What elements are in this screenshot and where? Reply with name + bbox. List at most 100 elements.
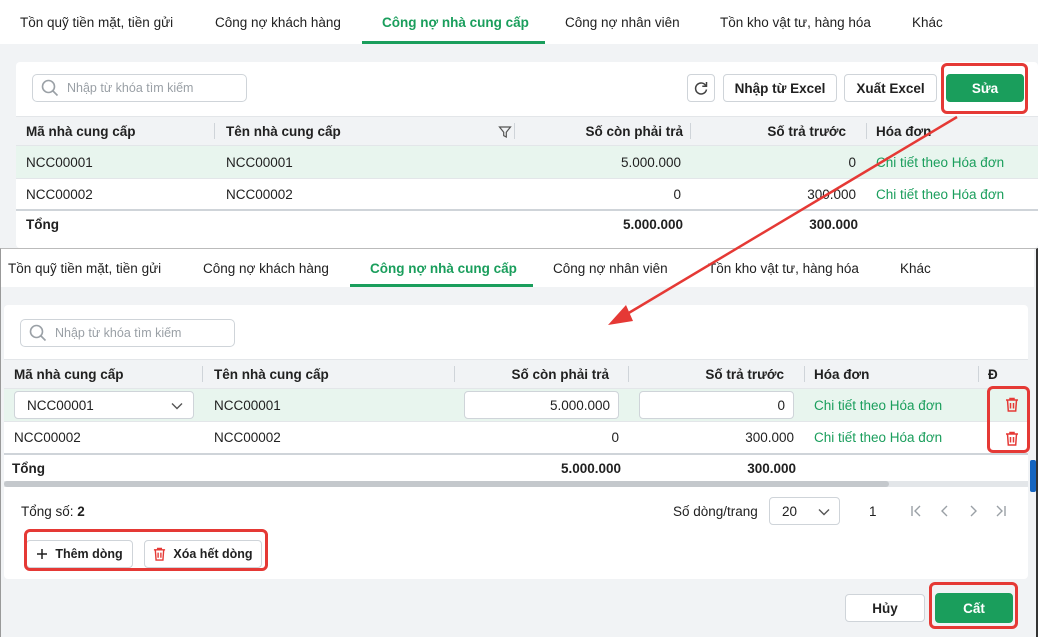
total-payable: 5.000.000 [560,460,621,476]
total-count: Tổng số: 2 [21,504,85,519]
row-name: NCC00001 [226,154,293,170]
table-row[interactable]: NCC00001 NCC00001 5.000.000 0 Chi tiết t… [16,146,1038,179]
last-page-icon[interactable] [995,505,1007,517]
col-header-code: Mã nhà cung cấp [26,123,136,139]
row-name: NCC00001 [214,397,281,413]
first-page-icon[interactable] [910,505,922,517]
row-invoice-link[interactable]: Chi tiết theo Hóa đơn [814,389,942,421]
bottom-tab-employee-debt[interactable]: Công nợ nhân viên [553,249,668,287]
row-payable: 5.000.000 [620,154,681,170]
total-prepaid: 300.000 [809,216,858,232]
edit-table-header: Mã nhà cung cấp Tên nhà cung cấp Số còn … [4,359,1028,389]
col-header-prepaid: Số trả trước [767,123,846,139]
trash-icon[interactable] [1005,431,1019,446]
filter-icon[interactable] [498,125,512,139]
vertical-scroll-indicator [1030,460,1036,492]
row-invoice-link[interactable]: Chi tiết theo Hóa đơn [814,422,942,453]
bottom-tab-cash[interactable]: Tồn quỹ tiền mặt, tiền gửi [8,249,161,287]
row-invoice-link[interactable]: Chi tiết theo Hóa đơn [876,179,1004,209]
top-tab-employee-debt[interactable]: Công nợ nhân viên [565,0,680,44]
supplier-code-value: NCC00001 [27,397,94,413]
delete-all-rows-label: Xóa hết dòng [173,547,253,561]
search-placeholder: Nhập từ khóa tìm kiếm [67,81,194,95]
rows-per-page-select[interactable]: 20 [769,497,840,525]
next-page-icon[interactable] [967,505,979,517]
table-total-row: Tổng 5.000.000 300.000 [16,211,1038,237]
scrollbar-thumb[interactable] [4,481,889,487]
top-card: Nhập từ khóa tìm kiếm Nhập từ Excel Xuất… [16,62,1038,248]
col-header-name: Tên nhà cung cấp [226,123,341,139]
chevron-down-icon [818,509,830,516]
total-payable: 5.000.000 [622,216,683,232]
col-header-invoice: Hóa đơn [876,123,932,139]
table-total-row: Tổng 5.000.000 300.000 [4,455,1028,481]
row-invoice-link[interactable]: Chi tiết theo Hóa đơn [876,146,1004,178]
bottom-tab-active-indicator [350,284,533,287]
top-tab-cash[interactable]: Tồn quỹ tiền mặt, tiền gửi [20,0,173,44]
payable-value: 5.000.000 [549,397,610,413]
total-label: Tổng [26,216,59,232]
export-excel-button[interactable]: Xuất Excel [844,74,937,102]
search-icon [29,324,47,342]
current-page: 1 [869,504,877,519]
row-code: NCC00001 [26,154,93,170]
row-name: NCC00002 [226,186,293,202]
col-header-code: Mã nhà cung cấp [14,366,124,382]
bottom-tab-bar: Tồn quỹ tiền mặt, tiền gửi Công nợ khách… [1,249,1034,287]
top-tab-other[interactable]: Khác [912,0,943,44]
trash-icon [154,547,166,561]
bottom-tab-customer-debt[interactable]: Công nợ khách hàng [203,249,329,287]
top-tab-supplier-debt[interactable]: Công nợ nhà cung cấp [382,0,529,44]
total-label: Tổng [12,460,45,476]
col-header-payable: Số còn phải trả [585,123,683,139]
top-search-input[interactable]: Nhập từ khóa tìm kiếm [32,74,247,102]
rows-per-page-value: 20 [782,503,798,519]
top-tab-bar: Tồn quỹ tiền mặt, tiền gửi Công nợ khách… [0,0,1038,44]
search-placeholder: Nhập từ khóa tìm kiếm [55,326,182,340]
bottom-tab-inventory[interactable]: Tồn kho vật tư, hàng hóa [708,249,859,287]
row-prepaid: 300.000 [807,186,856,202]
chevron-down-icon [171,403,183,410]
bottom-card: Nhập từ khóa tìm kiếm Mã nhà cung cấp Tê… [4,305,1028,579]
prepaid-value: 0 [777,397,785,413]
col-header-prepaid: Số trả trước [705,366,784,382]
col-header-payable: Số còn phải trả [511,366,609,382]
payable-input[interactable]: 5.000.000 [464,391,619,419]
row-payable: 0 [611,430,619,445]
row-code: NCC00002 [14,430,81,445]
horizontal-scrollbar[interactable] [4,481,1028,487]
table-row[interactable]: NCC00002 NCC00002 0 300.000 Chi tiết the… [16,179,1038,211]
top-tab-inventory[interactable]: Tồn kho vật tư, hàng hóa [720,0,871,44]
add-row-label: Thêm dòng [55,547,123,561]
plus-icon [37,549,48,559]
prev-page-icon[interactable] [939,505,951,517]
row-prepaid: 0 [848,154,856,170]
save-button[interactable]: Cất [935,593,1013,623]
prepaid-input[interactable]: 0 [639,391,794,419]
refresh-button[interactable] [687,74,715,102]
col-header-delete: Đ [988,366,998,382]
top-tab-active-indicator [362,41,545,44]
row-prepaid: 300.000 [745,430,794,445]
row-name: NCC00002 [214,430,281,445]
edit-button[interactable]: Sửa [946,74,1024,102]
top-table-header: Mã nhà cung cấp Tên nhà cung cấp Số còn … [16,116,1038,146]
bottom-search-input[interactable]: Nhập từ khóa tìm kiếm [20,319,235,347]
row-payable: 0 [673,186,681,202]
trash-icon[interactable] [1005,397,1019,412]
col-header-name: Tên nhà cung cấp [214,366,329,382]
delete-all-rows-button[interactable]: Xóa hết dòng [144,540,262,568]
search-icon [41,79,59,97]
table-row[interactable]: NCC00001 NCC00001 5.000.000 0 Chi tiết t… [4,389,1028,422]
bottom-tab-supplier-debt[interactable]: Công nợ nhà cung cấp [370,249,517,287]
import-excel-button[interactable]: Nhập từ Excel [723,74,837,102]
add-row-button[interactable]: Thêm dòng [26,540,133,568]
supplier-code-select[interactable]: NCC00001 [14,391,194,419]
bottom-tab-other[interactable]: Khác [900,249,931,287]
col-header-invoice: Hóa đơn [814,366,870,382]
table-row[interactable]: NCC00002 NCC00002 0 300.000 Chi tiết the… [4,422,1028,455]
top-tab-customer-debt[interactable]: Công nợ khách hàng [215,0,341,44]
row-code: NCC00002 [26,186,93,202]
total-prepaid: 300.000 [747,460,796,476]
cancel-button[interactable]: Hủy [845,594,925,622]
